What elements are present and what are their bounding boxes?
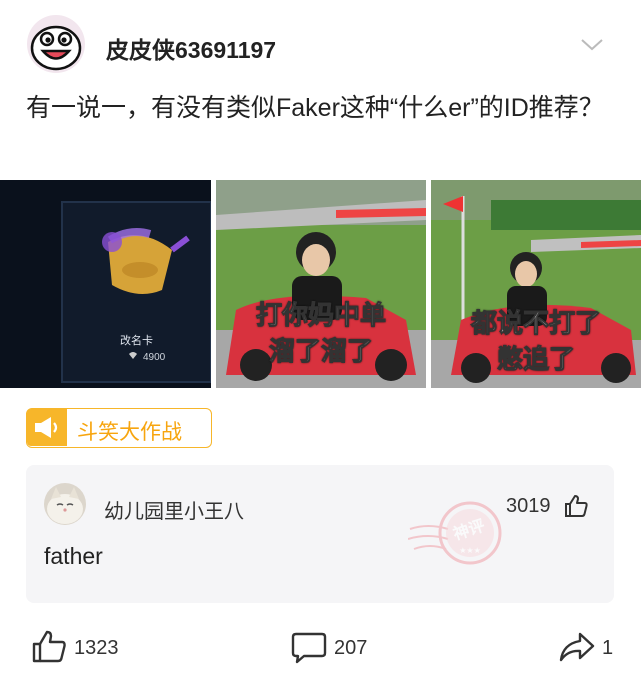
post-text: 有一说一，有没有类似Faker这种“什么er”的ID推荐？	[26, 94, 604, 122]
post-image-1[interactable]: 改名卡 4900	[0, 180, 211, 388]
user-avatar[interactable]	[26, 14, 86, 74]
comment-count: 207	[334, 637, 368, 659]
comment-author[interactable]: 幼儿园里小王八	[104, 495, 244, 524]
meme-caption-line1: 打你妈中单	[255, 300, 386, 331]
comment-like-count: 3019	[506, 495, 551, 517]
god-comment-stamp: 神评 ★★★	[407, 493, 510, 575]
comment-bubble-icon[interactable]	[290, 628, 328, 666]
meme-caption-line2: 溜了溜了	[268, 336, 373, 367]
post-image-3[interactable]: 都说不打了 憋追了	[431, 180, 641, 388]
post-images: 改名卡 4900 打你妈中单 溜了溜了 都说不打了 憋追了	[0, 180, 641, 388]
username[interactable]: 皮皮侠63691197	[106, 31, 276, 65]
post-image-2[interactable]: 打你妈中单 溜了溜了	[216, 180, 426, 388]
meme-caption-line2: 憋追了	[496, 344, 575, 375]
thumb-up-icon[interactable]	[30, 628, 68, 666]
svg-text:★★★: ★★★	[459, 546, 481, 555]
like-count: 1323	[74, 637, 119, 659]
comment-text: father	[44, 543, 103, 569]
share-count: 1	[602, 637, 614, 659]
post-header: 皮皮侠63691197	[0, 0, 641, 90]
chevron-down-icon[interactable]	[580, 34, 604, 54]
meme-caption-line1: 都说不打了	[470, 308, 601, 339]
topic-tag[interactable]: 斗笑大作战	[26, 408, 212, 448]
card-title: 改名卡	[120, 335, 153, 347]
top-comment[interactable]: 幼儿园里小王八 3019 father 神评 ★★★	[26, 465, 614, 603]
megaphone-icon	[27, 409, 67, 446]
share-arrow-icon[interactable]	[558, 628, 596, 666]
comment-avatar[interactable]	[44, 483, 86, 525]
thumb-up-icon[interactable]	[563, 493, 589, 519]
card-price: 4900	[143, 352, 166, 363]
topic-tag-label: 斗笑大作战	[77, 421, 182, 444]
